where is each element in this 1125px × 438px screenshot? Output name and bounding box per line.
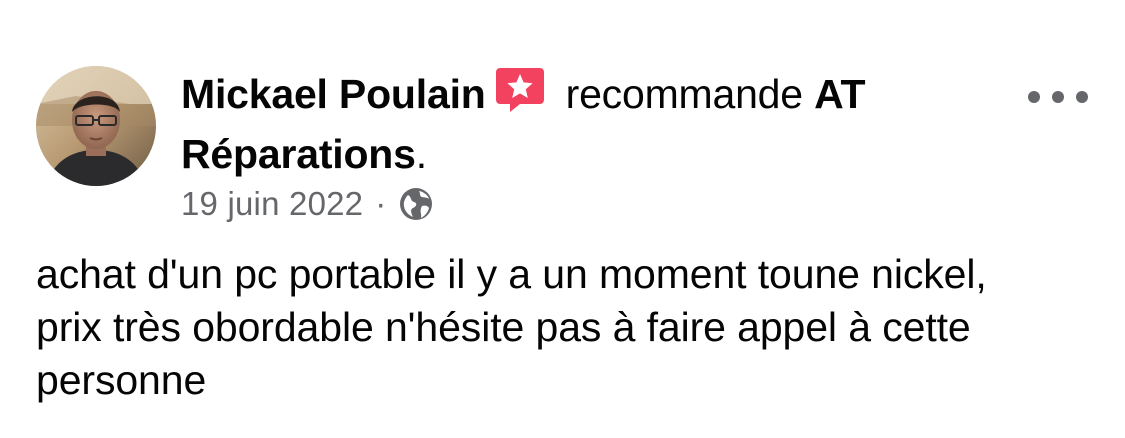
post-meta: 19 juin 2022 · [181,182,434,226]
review-post: Mickael Poulain recommande AT Réparation… [0,0,1125,438]
avatar[interactable] [36,66,156,186]
more-options-icon-dot-2 [1052,91,1064,103]
page-suffix: . [415,131,427,177]
recommend-star-icon [494,66,546,114]
author-name[interactable]: Mickael Poulain [181,71,486,117]
more-options-button[interactable] [1028,80,1088,114]
post-header: Mickael Poulain recommande AT Réparation… [181,64,1011,184]
post-date[interactable]: 19 juin 2022 [181,185,363,223]
globe-icon[interactable] [398,186,434,222]
recommend-verb: recommande [565,71,803,117]
more-options-icon [1028,91,1040,103]
meta-separator: · [375,185,387,222]
more-options-icon-dot-3 [1076,91,1088,103]
avatar-photo [36,66,156,186]
post-text: achat d'un pc portable il y a un moment … [36,251,987,403]
